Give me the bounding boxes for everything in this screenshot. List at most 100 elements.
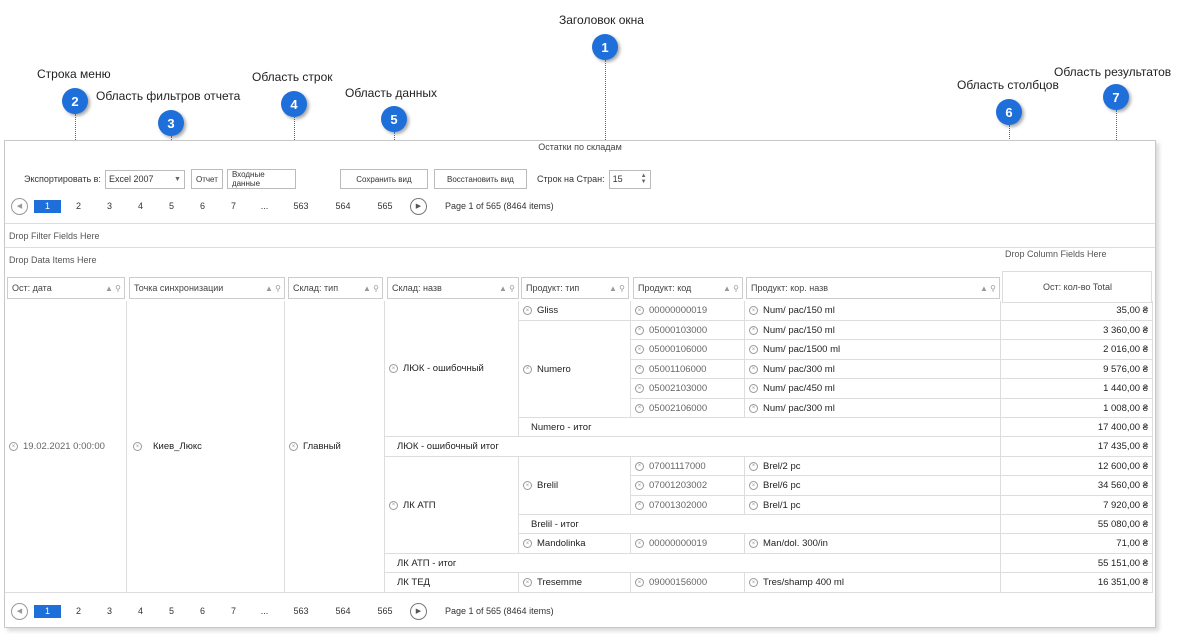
save-view-button[interactable]: Сохранить вид — [339, 169, 428, 189]
collapse-icon[interactable]: × — [389, 364, 398, 373]
collapse-icon[interactable]: × — [523, 578, 532, 587]
prev-page-icon[interactable]: ◀ — [11, 197, 28, 215]
sort-filter-icon[interactable]: ▲ ⚲ — [609, 284, 625, 293]
sort-filter-icon[interactable]: ▲ ⚲ — [723, 284, 739, 293]
collapse-icon[interactable]: × — [635, 578, 644, 587]
page-link[interactable]: 2 — [63, 606, 94, 616]
collapse-icon[interactable]: × — [9, 442, 18, 451]
sort-filter-icon[interactable]: ▲ ⚲ — [363, 284, 379, 293]
collapse-icon[interactable]: × — [635, 500, 644, 510]
page-current[interactable]: 1 — [34, 199, 61, 213]
page-link[interactable]: 3 — [94, 201, 125, 211]
date-cell: × 19.02.2021 0:00:00 — [5, 301, 127, 593]
callout-badge-2: 2 — [62, 88, 88, 114]
collapse-icon[interactable]: × — [749, 578, 758, 587]
sort-filter-icon[interactable]: ▲ ⚲ — [105, 284, 121, 293]
filter-drop-zone[interactable]: Drop Filter Fields Here — [5, 223, 1155, 247]
warehouse-name-cell: ЛК ТЕД — [385, 573, 519, 593]
page-link[interactable]: 565 — [364, 201, 406, 211]
page-link[interactable]: 4 — [125, 606, 156, 616]
page-summary: Page 1 of 565 (8464 items) — [445, 606, 554, 616]
next-page-icon[interactable]: ▶ — [410, 197, 427, 215]
page-link[interactable]: 565 — [364, 606, 406, 616]
subtotal-label: Brelil - итог — [519, 515, 1001, 534]
sort-filter-icon[interactable]: ▲ ⚲ — [980, 284, 996, 293]
sort-filter-icon[interactable]: ▲ ⚲ — [265, 284, 281, 293]
menu-bar: Экспортировать в: Excel 2007 ▼ Отчет Вхо… — [9, 169, 651, 189]
collapse-icon[interactable]: × — [749, 481, 758, 490]
data-drop-zone[interactable]: Drop Data Items Here — [5, 247, 1155, 271]
total-value-cell: 55 080,00 ₴ — [1001, 515, 1153, 534]
collapse-icon[interactable]: × — [749, 539, 758, 548]
collapse-icon[interactable]: × — [635, 481, 644, 490]
product-code-cell: × 07001302000 — [631, 496, 745, 515]
rows-per-page-stepper[interactable]: 15 ▲ ▼ — [608, 169, 651, 189]
collapse-icon[interactable]: × — [389, 500, 398, 510]
collapse-icon[interactable]: × — [749, 461, 758, 471]
collapse-icon[interactable]: × — [749, 384, 758, 393]
collapse-icon[interactable]: × — [523, 539, 532, 548]
collapse-icon[interactable]: × — [749, 345, 758, 354]
callout-label-7: Область результатов — [1054, 65, 1172, 79]
collapse-icon[interactable]: × — [635, 364, 644, 374]
header-label: Точка синхронизации — [134, 283, 224, 293]
header-warehouse-name[interactable]: Склад: назв ▲ ⚲ — [387, 277, 519, 299]
callout-label-5: Область данных — [345, 86, 437, 100]
export-format-select[interactable]: Excel 2007 ▼ — [104, 169, 185, 189]
collapse-icon[interactable]: × — [635, 384, 644, 393]
sort-filter-icon[interactable]: ▲ ⚲ — [499, 284, 515, 293]
header-warehouse-type[interactable]: Склад: тип ▲ ⚲ — [288, 277, 383, 299]
collapse-icon[interactable]: × — [289, 442, 298, 451]
page-link[interactable]: 6 — [187, 201, 218, 211]
collapse-icon[interactable]: × — [133, 442, 142, 451]
spinner-icon[interactable]: ▲ ▼ — [641, 173, 647, 185]
restore-view-button[interactable]: Восстановить вид — [433, 169, 527, 189]
collapse-icon[interactable]: × — [635, 539, 644, 548]
report-button[interactable]: Отчет — [190, 169, 223, 189]
page-current[interactable]: 1 — [34, 604, 61, 618]
collapse-icon[interactable]: × — [749, 364, 758, 374]
rows-per-page-value: 15 — [612, 174, 623, 184]
page-link[interactable]: 7 — [218, 201, 249, 211]
header-date[interactable]: Ост: дата ▲ ⚲ — [7, 277, 125, 299]
product-name-cell: × Num/ pac/300 ml — [745, 399, 1001, 418]
header-sync-point[interactable]: Точка синхронизации ▲ ⚲ — [129, 277, 285, 299]
collapse-icon[interactable]: × — [749, 306, 758, 315]
export-label: Экспортировать в: — [24, 174, 101, 184]
collapse-icon[interactable]: × — [635, 345, 644, 354]
page-link[interactable]: 3 — [94, 606, 125, 616]
page-link[interactable]: 6 — [187, 606, 218, 616]
collapse-icon[interactable]: × — [635, 403, 644, 413]
pager-bottom: ◀ 1 2 3 4 5 6 7 ... 563 564 565 ▶ Page 1… — [11, 601, 554, 621]
header-product-code[interactable]: Продукт: код ▲ ⚲ — [633, 277, 743, 299]
header-product-type[interactable]: Продукт: тип ▲ ⚲ — [521, 277, 629, 299]
page-link[interactable]: 564 — [322, 606, 364, 616]
page-link[interactable]: 4 — [125, 201, 156, 211]
page-link[interactable]: 7 — [218, 606, 249, 616]
header-product-name[interactable]: Продукт: кор. назв ▲ ⚲ — [746, 277, 1000, 299]
collapse-icon[interactable]: × — [635, 325, 644, 335]
warehouse-name-cell: × ЛК АТП — [385, 457, 519, 554]
collapse-icon[interactable]: × — [635, 306, 644, 315]
page-link[interactable]: 5 — [156, 201, 187, 211]
window-title: Остатки по складам — [538, 142, 622, 152]
page-link[interactable]: 564 — [322, 201, 364, 211]
collapse-icon[interactable]: × — [635, 461, 644, 471]
collapse-icon[interactable]: × — [523, 306, 532, 315]
page-link[interactable]: 563 — [280, 201, 322, 211]
collapse-icon[interactable]: × — [749, 500, 758, 510]
prev-page-icon[interactable]: ◀ — [11, 602, 28, 620]
product-name-cell: × Tres/shamp 400 ml — [745, 573, 1001, 593]
next-page-icon[interactable]: ▶ — [410, 602, 427, 620]
collapse-icon[interactable]: × — [523, 364, 532, 374]
collapse-icon[interactable]: × — [749, 403, 758, 413]
product-name-cell: × Num/ pac/450 ml — [745, 379, 1001, 399]
total-value-cell: 2 016,00 ₴ — [1001, 340, 1153, 360]
collapse-icon[interactable]: × — [749, 325, 758, 335]
collapse-icon[interactable]: × — [523, 481, 532, 490]
page-link[interactable]: 2 — [63, 201, 94, 211]
column-drop-zone[interactable]: Drop Column Fields Here — [1005, 249, 1107, 259]
page-link[interactable]: 5 — [156, 606, 187, 616]
page-link[interactable]: 563 — [280, 606, 322, 616]
input-data-button[interactable]: Входные данные — [226, 169, 296, 189]
